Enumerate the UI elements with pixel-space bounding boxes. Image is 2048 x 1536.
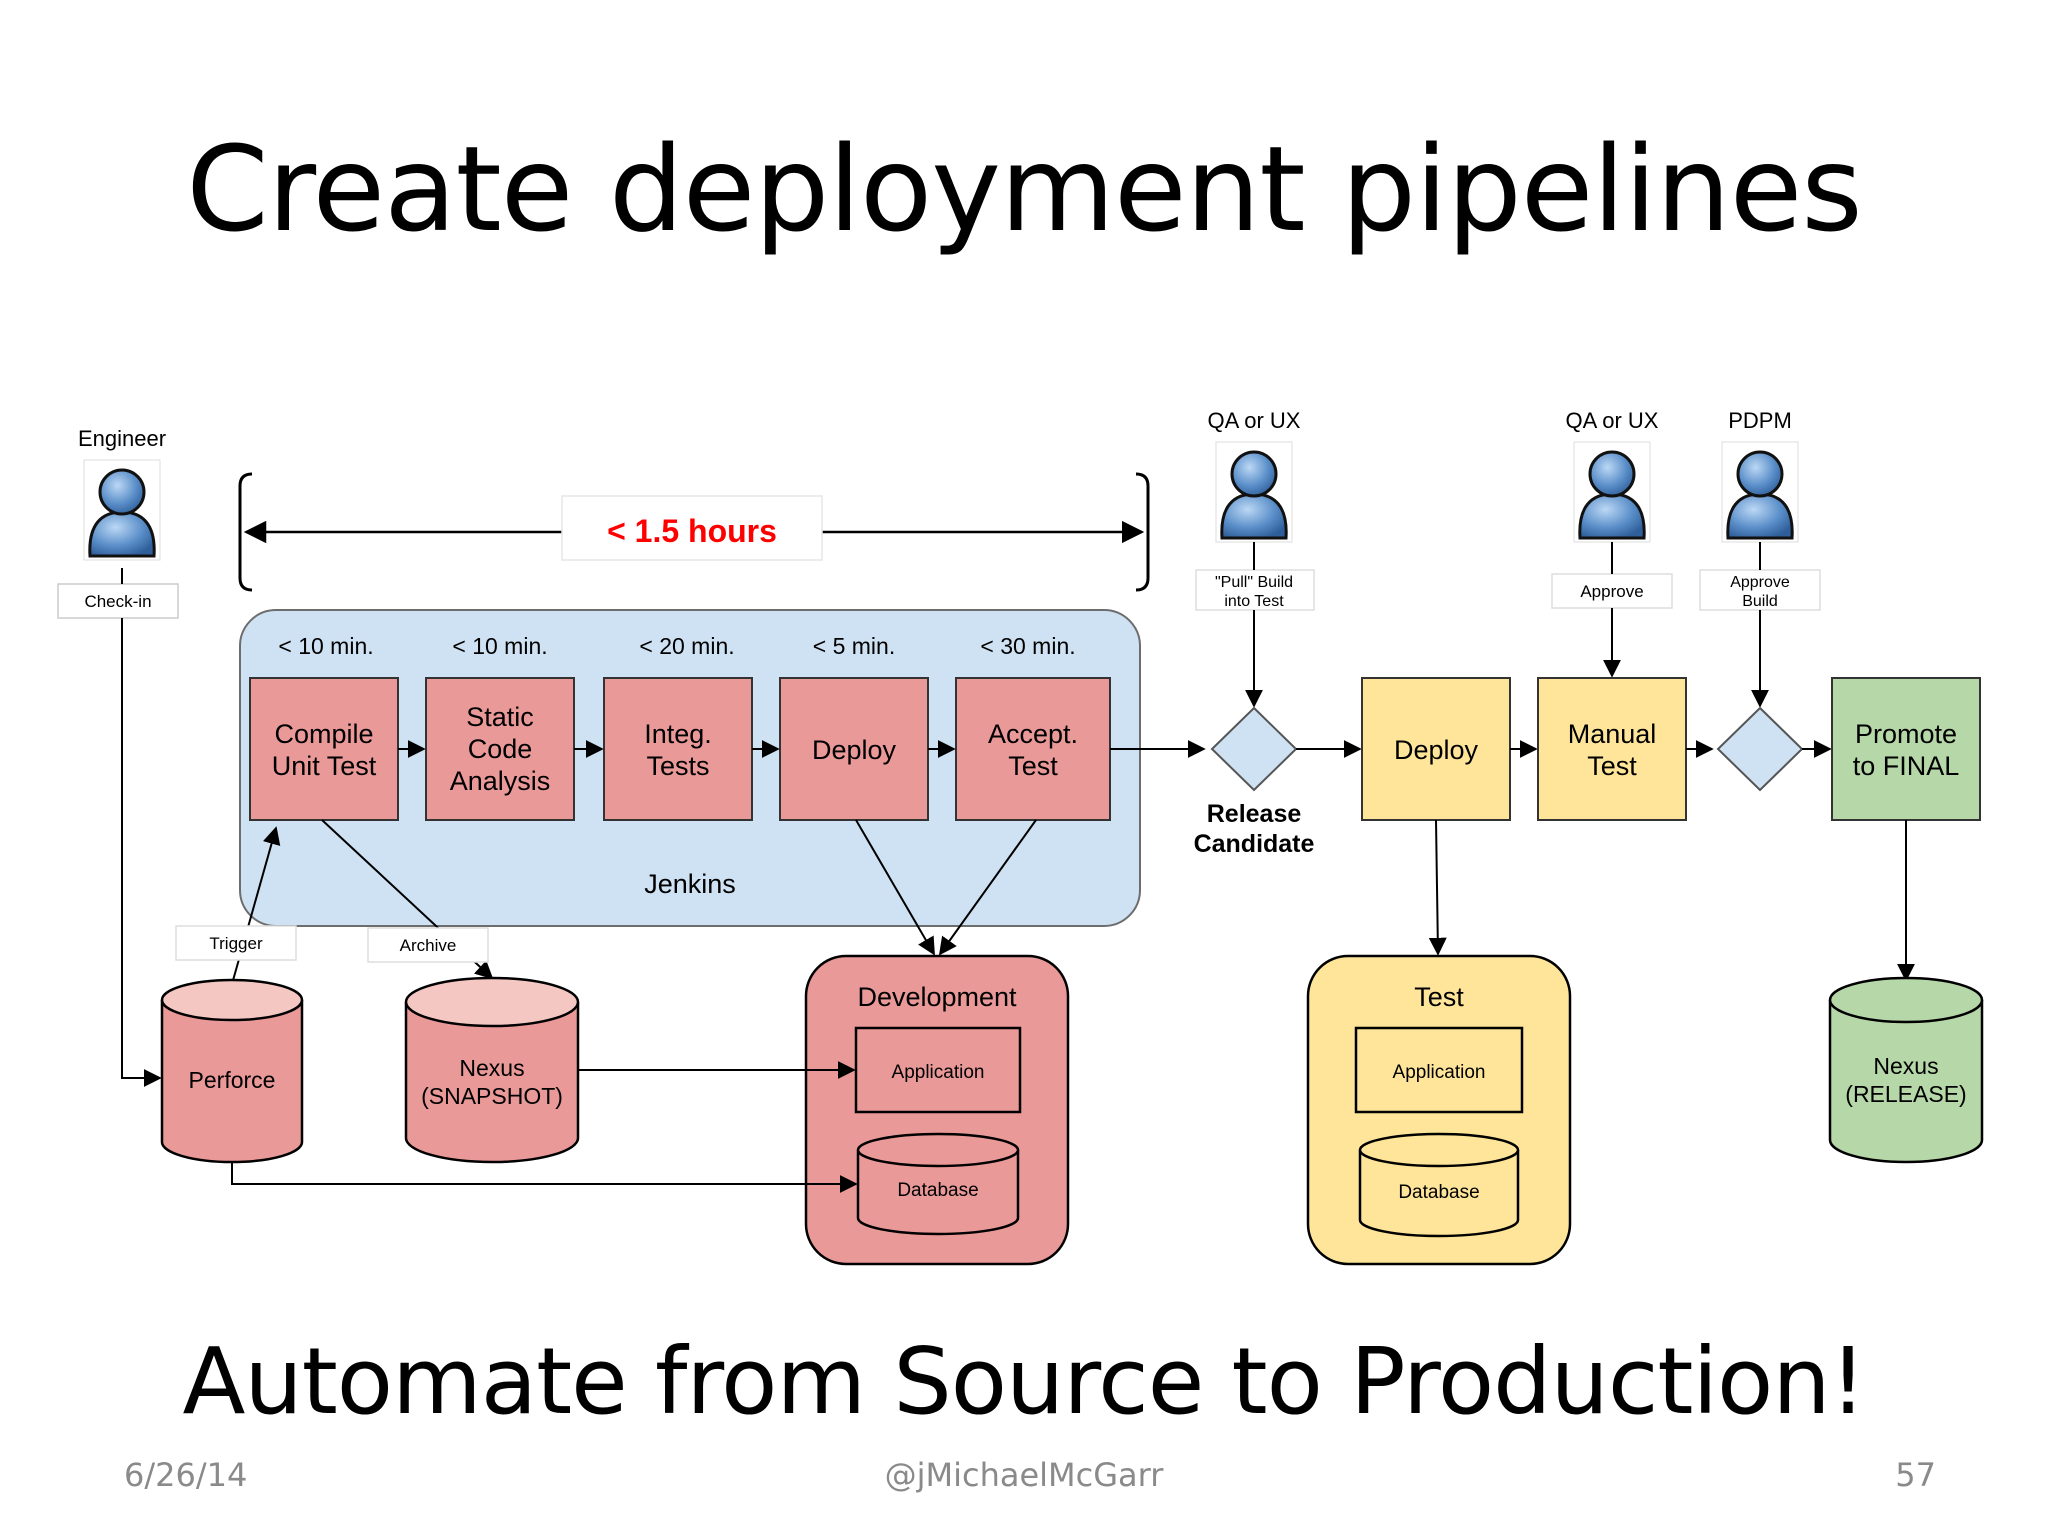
test-application-label: Application [1393,1062,1486,1083]
stage-line: Unit Test [272,751,377,781]
promote-final-box [1831,677,1981,821]
release-candidate-line2: Candidate [1194,830,1315,858]
qa1-person-icon [1214,440,1294,544]
footer-page-number: 57 [1895,1456,1936,1494]
jenkins-label: Jenkins [644,869,736,899]
dev-database-label: Database [897,1180,978,1201]
archive-label: Archive [400,936,457,955]
stage-compile-unit-test [249,677,399,821]
trigger-label: Trigger [209,934,263,953]
qa1-label: QA or UX [1208,408,1301,433]
pull-build-line2: into Test [1224,593,1284,610]
release-candidate-diamond [1210,706,1298,792]
qa2-label: QA or UX [1566,408,1659,433]
nexus-snapshot-line2: (SNAPSHOT) [421,1083,563,1109]
deploy-label: Deploy [1394,735,1479,765]
stage-line: Test [1008,751,1058,781]
footer-author: @jMichaelMcGarr [884,1456,1164,1494]
approval-diamond [1716,706,1804,792]
stage-time: < 5 min. [813,633,895,659]
nexus-release-line1: Nexus [1873,1053,1938,1079]
stage-line: Tests [646,751,709,781]
stage-integ-tests [603,677,753,821]
stage-line: Compile [274,719,373,749]
promote-line1: Promote [1855,719,1957,749]
stage-line: Deploy [812,735,897,765]
checkin-arrow [121,618,162,1087]
test-env-label: Test [1414,982,1464,1012]
stage-line: Code [468,734,533,764]
nexus-release-line2: (RELEASE) [1845,1081,1966,1107]
pipeline-diagram: Engineer Check-in < 1.5 hours Jenkins < … [57,408,1984,1266]
manual-test-box [1537,677,1687,821]
pdpm-person-icon [1720,440,1800,544]
perforce-label: Perforce [189,1067,276,1093]
stage-time: < 30 min. [980,633,1075,659]
test-database-label: Database [1398,1182,1479,1203]
release-candidate-line1: Release [1207,800,1302,828]
checkin-label: Check-in [84,592,151,611]
manual-test-line1: Manual [1568,719,1657,749]
stage-time: < 10 min. [452,633,547,659]
approve-build-line1: Approve [1730,574,1790,591]
stage-time: < 10 min. [278,633,373,659]
promote-line2: to FINAL [1853,751,1960,781]
stage-time: < 20 min. [639,633,734,659]
stage-accept-test [955,677,1111,821]
pdpm-label: PDPM [1728,408,1792,433]
duration-label: < 1.5 hours [607,513,777,549]
stage-line: Analysis [450,766,551,796]
stage-line: Static [466,702,534,732]
approve-build-line2: Build [1742,593,1778,610]
qa2-person-icon [1572,440,1652,544]
approve-label: Approve [1580,582,1643,601]
slide-subtitle: Automate from Source to Production! [182,1328,1866,1435]
development-label: Development [857,982,1017,1012]
manual-test-line2: Test [1587,751,1637,781]
pull-build-line1: "Pull" Build [1215,574,1293,591]
stage-line: Integ. [644,719,712,749]
engineer-label: Engineer [78,426,166,451]
engineer-person-icon [82,458,162,562]
stage-line: Accept. [988,719,1078,749]
dev-application-label: Application [892,1062,985,1083]
nexus-snapshot-line1: Nexus [459,1055,524,1081]
